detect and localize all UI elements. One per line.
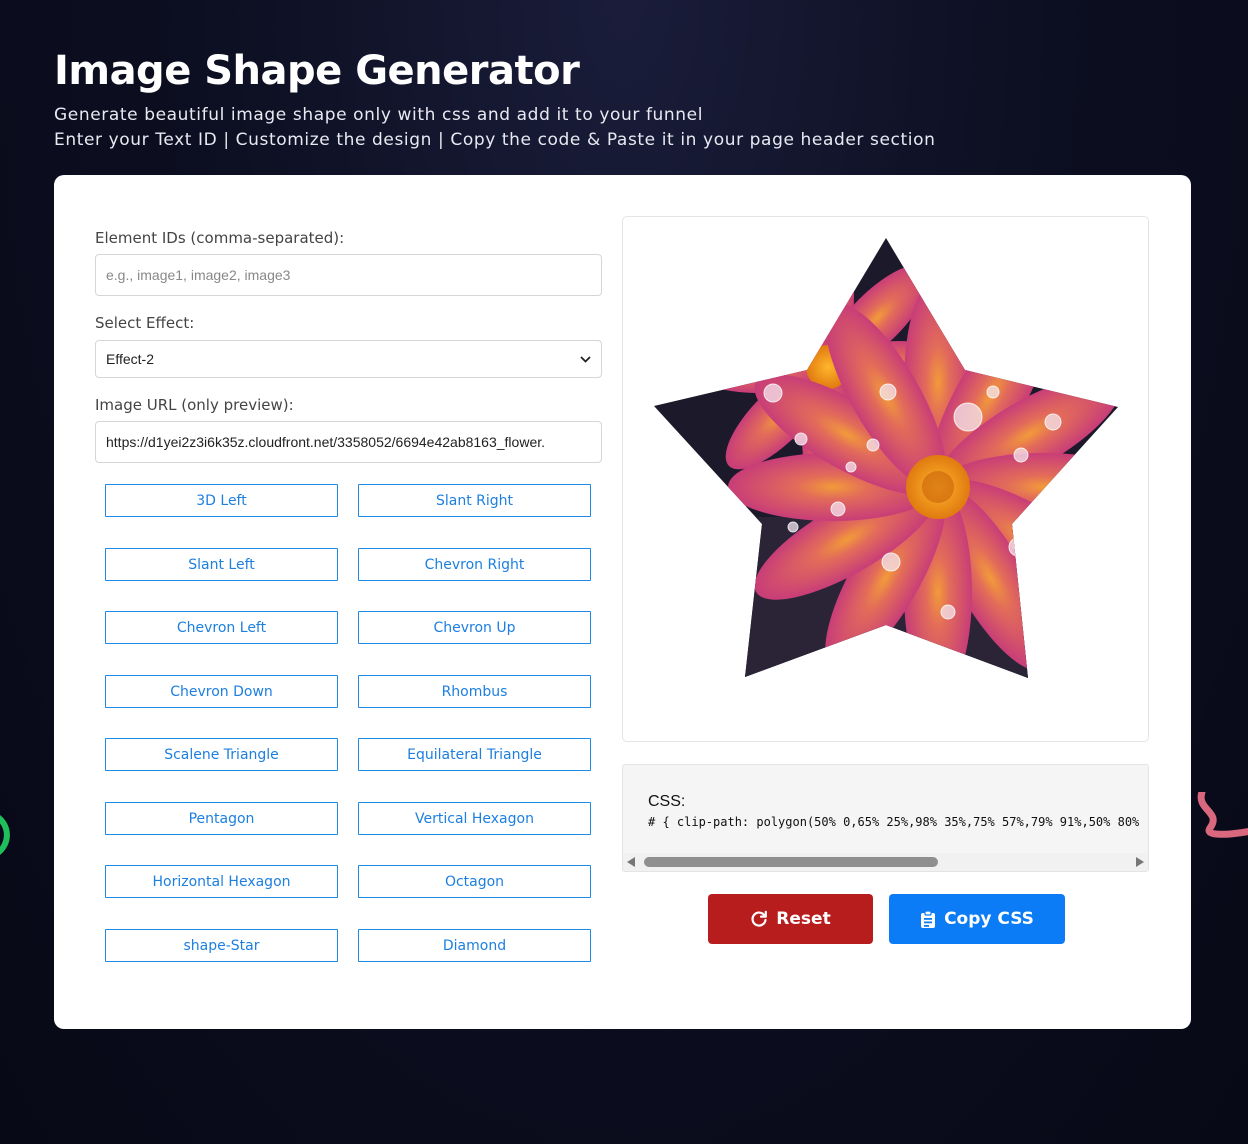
css-output-code: # { clip-path: polygon(50% 0,65% 25%,98%… [648,815,1140,829]
shape-button-slant-right[interactable]: Slant Right [358,484,591,517]
shape-button-vertical-hexagon[interactable]: Vertical Hexagon [358,802,591,835]
generator-card: Element IDs (comma-separated): Select Ef… [54,175,1191,1029]
shape-button-rhombus[interactable]: Rhombus [358,675,591,708]
shape-preview [622,216,1149,742]
shape-button-diamond[interactable]: Diamond [358,929,591,962]
shape-button-3d-left[interactable]: 3D Left [105,484,338,517]
effect-select-value: Effect-2 [106,351,154,367]
shape-button-chevron-down[interactable]: Chevron Down [105,675,338,708]
flower-image-star [654,238,1118,678]
shape-button-shape-star[interactable]: shape-Star [105,929,338,962]
element-ids-label: Element IDs (comma-separated): [95,229,345,247]
effect-label: Select Effect: [95,314,195,332]
clipboard-icon [921,909,936,928]
image-url-label: Image URL (only preview): [95,396,294,414]
shape-button-slant-left[interactable]: Slant Left [105,548,338,581]
horizontal-scrollbar[interactable] [623,853,1148,871]
decorative-wave-icon [1197,792,1248,838]
css-output-panel: CSS: # { clip-path: polygon(50% 0,65% 25… [622,764,1149,872]
wifi-signal-icon [0,815,10,855]
page-instructions: Enter your Text ID | Customize the desig… [54,130,936,150]
reset-button-label: Reset [776,909,831,929]
shape-button-chevron-up[interactable]: Chevron Up [358,611,591,644]
chevron-down-icon [580,352,591,366]
shape-button-octagon[interactable]: Octagon [358,865,591,898]
image-url-input[interactable] [95,421,602,463]
shape-button-chevron-left[interactable]: Chevron Left [105,611,338,644]
reset-button[interactable]: Reset [708,894,873,944]
shape-button-pentagon[interactable]: Pentagon [105,802,338,835]
shape-button-chevron-right[interactable]: Chevron Right [358,548,591,581]
page-title: Image Shape Generator [54,48,580,94]
shape-button-horizontal-hexagon[interactable]: Horizontal Hexagon [105,865,338,898]
shape-button-equilateral-triangle[interactable]: Equilateral Triangle [358,738,591,771]
refresh-icon [751,910,768,927]
page-subtitle: Generate beautiful image shape only with… [54,105,704,125]
shape-button-scalene-triangle[interactable]: Scalene Triangle [105,738,338,771]
scrollbar-thumb[interactable] [644,857,938,867]
shape-button-grid: 3D Left Slant Right Slant Left Chevron R… [105,484,592,963]
copy-css-button[interactable]: Copy CSS [889,894,1065,944]
effect-select[interactable]: Effect-2 [95,340,602,378]
copy-css-button-label: Copy CSS [944,909,1034,929]
scroll-left-arrow-icon[interactable] [627,857,635,867]
scroll-right-arrow-icon[interactable] [1136,857,1144,867]
css-output-label: CSS: [648,793,686,810]
element-ids-input[interactable] [95,254,602,296]
